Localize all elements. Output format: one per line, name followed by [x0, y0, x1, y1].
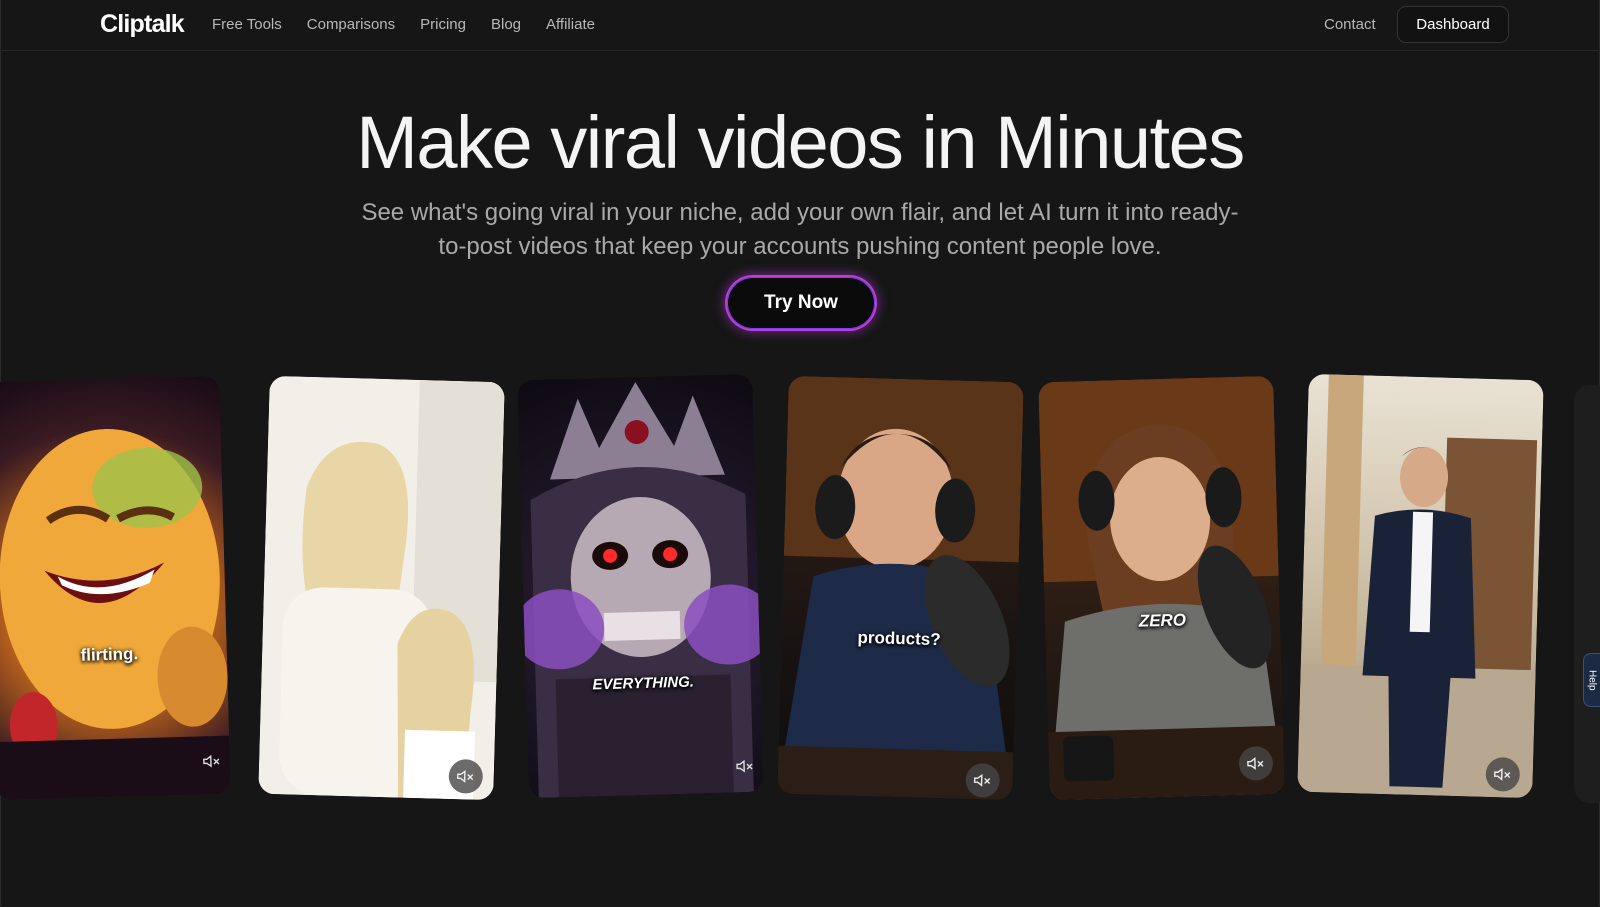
nav-link-comparisons[interactable]: Comparisons — [307, 16, 395, 33]
nav-link-affiliate[interactable]: Affiliate — [546, 16, 595, 33]
speaker-muted-icon — [736, 759, 753, 773]
video-thumbnail — [1038, 375, 1285, 801]
video-card-businessman[interactable] — [1297, 373, 1544, 799]
video-card-skull[interactable]: EVERYTHING. — [517, 373, 764, 799]
skincare-woman-illustration — [258, 375, 505, 801]
businessman-illustration — [1297, 374, 1538, 799]
video-thumbnail — [777, 375, 1024, 801]
video-carousel: flirting. EVERYTHING. products? ZERO — [0, 373, 1600, 835]
video-card-skincare[interactable] — [258, 375, 505, 801]
speaker-muted-icon — [973, 773, 991, 787]
skull-king-illustration — [517, 382, 764, 798]
hero-title: Make viral videos in Minutes — [356, 101, 1245, 184]
speaker-muted-icon — [1247, 757, 1264, 770]
video-card-mango[interactable]: flirting. — [0, 375, 231, 801]
hero-subtitle: See what's going viral in your niche, ad… — [361, 199, 1239, 260]
video-thumbnail — [517, 373, 764, 799]
video-thumbnail — [0, 375, 231, 801]
nav-link-free-tools[interactable]: Free Tools — [212, 16, 282, 33]
speaker-muted-icon — [456, 770, 474, 783]
speaker-muted-icon — [203, 754, 220, 768]
nav-link-contact[interactable]: Contact — [1324, 16, 1376, 33]
video-card-podcast-man[interactable]: products? — [777, 375, 1024, 801]
nav-link-blog[interactable]: Blog — [491, 16, 521, 33]
help-tab[interactable]: Help — [1583, 653, 1600, 707]
podcast-woman-illustration — [1038, 375, 1285, 801]
video-card-podcast-woman[interactable]: ZERO — [1038, 375, 1285, 801]
nav-link-pricing[interactable]: Pricing — [420, 16, 466, 33]
logo[interactable]: Cliptalk — [100, 10, 185, 39]
speaker-muted-icon — [1494, 767, 1511, 781]
top-nav: Cliptalk Free Tools Comparisons Pricing … — [0, 0, 1600, 51]
video-card-partial[interactable] — [1574, 385, 1600, 803]
mango-character-illustration — [0, 428, 231, 801]
podcast-man-illustration — [777, 375, 1024, 801]
video-thumbnail — [258, 375, 505, 801]
video-thumbnail — [1297, 373, 1544, 799]
nav-links: Free Tools Comparisons Pricing Blog Affi… — [212, 16, 620, 33]
dashboard-button[interactable]: Dashboard — [1397, 6, 1509, 43]
try-now-button[interactable]: Try Now — [727, 277, 875, 329]
